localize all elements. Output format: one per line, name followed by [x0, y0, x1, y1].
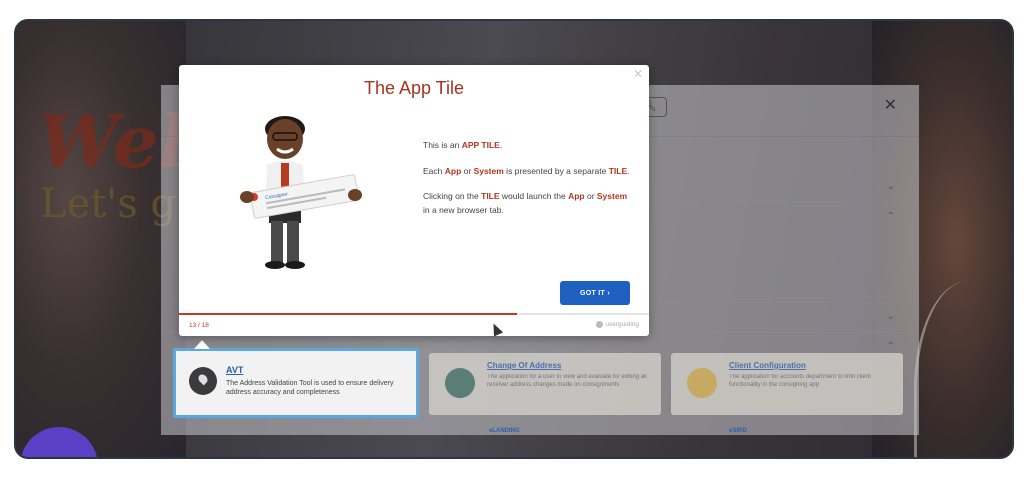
tour-title: The App Tile	[363, 78, 465, 98]
brand-label: userguiding	[596, 321, 639, 328]
tile-title[interactable]: AVT	[226, 365, 243, 375]
app-tile-change-of-address[interactable]: Change Of Address The application for a …	[429, 353, 661, 415]
tour-progress-fill	[179, 313, 518, 315]
tile-title[interactable]: Client Configuration	[729, 361, 895, 370]
chevron-up-icon: ⌃	[886, 341, 895, 352]
tile-title[interactable]: eSIRD	[729, 428, 747, 434]
tile-title[interactable]: Change Of Address	[487, 361, 653, 370]
app-tile-client-configuration[interactable]: Client Configuration The application for…	[671, 353, 903, 415]
close-icon[interactable]: ✕	[884, 95, 897, 115]
tile-row-2: eLANDING eSIRD	[189, 428, 889, 438]
change-address-icon	[445, 368, 475, 398]
tour-paragraph: This is an APP TILE.	[423, 140, 503, 150]
tour-body: This is an APP TILE. Each App or System …	[423, 139, 633, 229]
character-illustration: Consigner	[240, 116, 362, 269]
tour-modal: ✕ The App Tile Consigner This is an APP …	[179, 65, 649, 336]
brand-icon	[596, 321, 604, 328]
client-config-icon	[687, 368, 717, 398]
tile-description: The application for accounts department …	[729, 374, 871, 388]
tour-progress-bar	[179, 313, 649, 315]
got-it-button[interactable]: GOT IT ›	[560, 281, 630, 305]
tile-title[interactable]: eLANDING	[489, 428, 520, 434]
map-pin-icon	[189, 367, 217, 395]
welcome-subheading: Let's g	[40, 181, 177, 227]
tile-description: The Address Validation Tool is used to e…	[226, 380, 394, 397]
chevron-down-icon: ⌄	[886, 311, 895, 322]
tour-paragraph: Each App or System is presented by a sep…	[423, 165, 630, 176]
chevron-down-icon: ⌄	[886, 181, 895, 192]
tour-step-count: 13 / 18	[189, 322, 209, 329]
tile-description: The application for a user to view and e…	[487, 374, 647, 388]
browser-viewport: Wel Let's g 🔍︎ ✕ ⌄ ⌃ ⌄ ⌃ Change Of Addre…	[14, 19, 1014, 459]
tour-paragraph: Clicking on the TILE would launch the Ap…	[423, 191, 628, 215]
app-tile-avt[interactable]: AVT The Address Validation Tool is used …	[173, 340, 419, 418]
chevron-up-icon: ⌃	[886, 211, 895, 222]
